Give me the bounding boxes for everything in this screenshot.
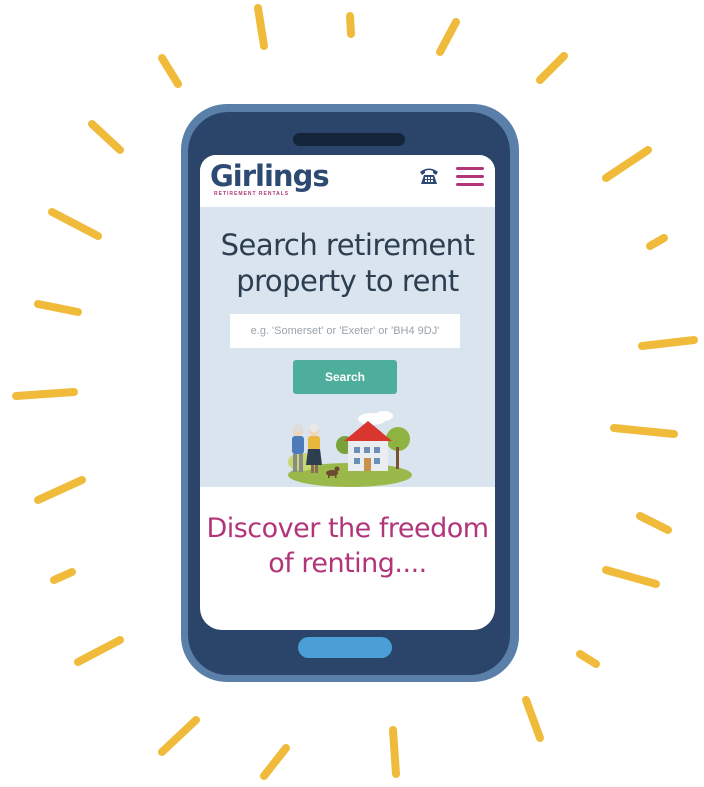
sun-ray: [74, 636, 124, 666]
sun-ray: [638, 336, 698, 350]
sun-ray: [636, 512, 672, 534]
sun-ray: [536, 52, 568, 84]
logo-wordmark: Girlings: [210, 159, 330, 193]
hamburger-menu-icon[interactable]: [456, 167, 484, 187]
sun-ray: [48, 208, 102, 240]
telephone-icon[interactable]: [418, 164, 440, 186]
sun-ray: [260, 744, 290, 780]
hero-title: Search retirement property to rent: [220, 228, 475, 298]
sun-ray: [34, 300, 82, 316]
sun-ray: [602, 566, 660, 588]
couple-and-house-illustration: [288, 411, 412, 487]
sun-ray: [254, 4, 268, 50]
sun-ray: [389, 726, 400, 778]
phone-speaker: [293, 133, 405, 146]
search-button[interactable]: Search: [293, 360, 397, 394]
sun-ray: [610, 424, 678, 438]
sun-ray: [50, 568, 76, 584]
sun-ray: [436, 18, 460, 56]
phone-home-button: [298, 637, 392, 658]
sun-ray: [346, 12, 355, 38]
sun-ray: [12, 388, 78, 400]
sun-ray: [158, 716, 200, 756]
sun-ray: [88, 120, 124, 154]
sun-ray: [602, 146, 652, 182]
location-search-input[interactable]: [230, 314, 460, 348]
discover-tagline: Discover the freedom of renting....: [206, 513, 489, 579]
sun-ray: [34, 476, 86, 504]
sun-ray: [158, 54, 182, 88]
sun-ray: [522, 696, 544, 742]
sun-ray: [576, 650, 600, 668]
site-header: Girlings RETIREMENT RENTALS: [200, 155, 495, 207]
hero-section: Search retirement property to rent Searc…: [200, 207, 495, 487]
phone-screen: Girlings RETIREMENT RENTALS Search retir…: [200, 155, 495, 630]
girlings-logo[interactable]: Girlings RETIREMENT RENTALS: [210, 159, 330, 197]
sun-ray: [646, 234, 668, 250]
